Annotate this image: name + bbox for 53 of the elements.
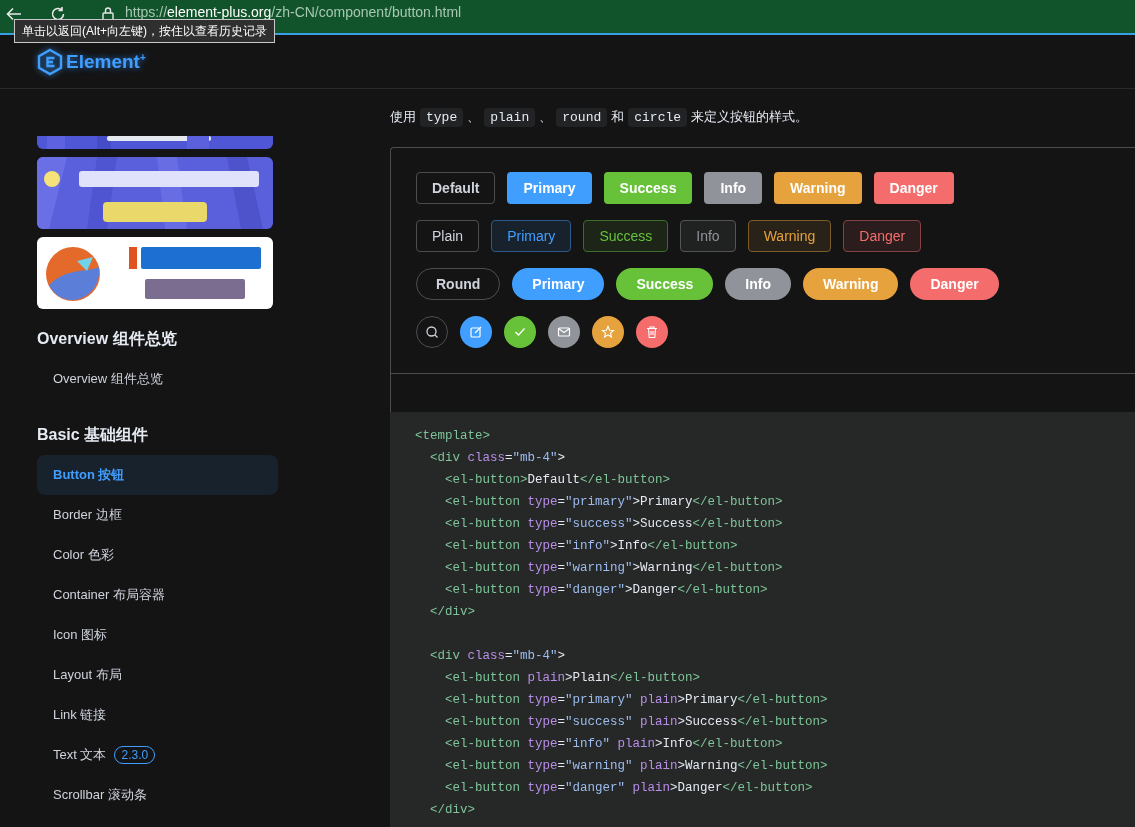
section-heading: Basic 基础组件 [37,425,149,445]
code-line: <el-button type="warning">Warning</el-button> [444,560,783,577]
code-line: <el-button type="primary">Primary</el-button> [444,494,783,511]
sidebar-item[interactable]: Overview 组件总览 [37,359,278,399]
hexagon-logo-icon [37,47,63,76]
code-line: <div class="mb-4"> [429,450,566,467]
plain-button[interactable]: Info [680,220,736,252]
code-line: <el-button type="success">Success</el-button> [444,516,783,533]
circle-button[interactable] [460,316,492,348]
circle-button[interactable] [548,316,580,348]
sidebar-item[interactable]: Icon 图标 [37,615,278,655]
sidebar-item[interactable]: Scrollbar 滚动条 [37,775,278,815]
code-line: </div> [429,802,475,819]
description-text: 使用 type 、 plain 、 round 和 circle 来定义按钮的样式。 [390,107,810,129]
sidebar-item[interactable]: Layout 布局 [37,655,278,695]
edit-icon [469,325,483,339]
trash-icon [645,325,659,339]
sidebar-item[interactable]: Border 边框 [37,495,278,535]
circle-button[interactable] [504,316,536,348]
sidebar-item[interactable]: Text 文本 2.3.0 [37,735,278,775]
normal-button[interactable]: Default [416,172,496,204]
plain-button[interactable]: Danger [843,220,922,252]
section-heading: Overview 组件总览 [37,329,177,349]
search-icon [425,325,439,339]
circle-button[interactable] [592,316,624,348]
code-line: <el-button type="success" plain>Success</el-button> [444,714,828,731]
code-line: <el-button type="info">Info</el-button> [444,538,738,555]
plain-button[interactable]: Plain [416,220,480,252]
address-bar-url[interactable]: https://element-plus.org/zh-CN/component/button.html [125,4,462,20]
code-line: <el-button>Default</el-button> [444,472,671,489]
code-line: <el-button type="warning" plain>Warning</el-button> [444,758,828,775]
code-line: <el-button plain>Plain</el-button> [444,670,701,687]
sidebar-item[interactable]: Color 色彩 [37,535,278,575]
star-icon [601,325,615,339]
tooltip: 单击以返回(Alt+向左键)，按住以查看历史记录 [14,19,275,43]
code-line: </div> [429,604,475,621]
code-line: <el-button type="danger">Danger</el-button> [444,582,768,599]
plain-button[interactable]: Warning [747,220,832,252]
code-line: <el-button type="info" plain>Info</el-button> [444,736,783,753]
check-icon [513,325,527,339]
envelope-icon [557,325,571,339]
code-line: <template> [415,428,490,445]
sidebar-item[interactable]: Button 按钮 [37,455,278,495]
code-line: <div class="mb-4"> [429,648,566,665]
code-line: <el-button type="danger" plain>Danger</el-button> [444,780,813,797]
plain-button[interactable]: Success [583,220,669,252]
code-line: <el-button type="primary" plain>Primary</el-button> [444,692,828,709]
circle-button[interactable] [636,316,668,348]
back-icon[interactable] [5,5,23,23]
sidebar-item[interactable]: Link 链接 [37,695,278,735]
plain-button[interactable]: Primary [491,220,572,252]
logo-text[interactable]: Element$^{+}$ [66,50,146,73]
sidebar-item[interactable]: Container 布局容器 [37,575,278,615]
